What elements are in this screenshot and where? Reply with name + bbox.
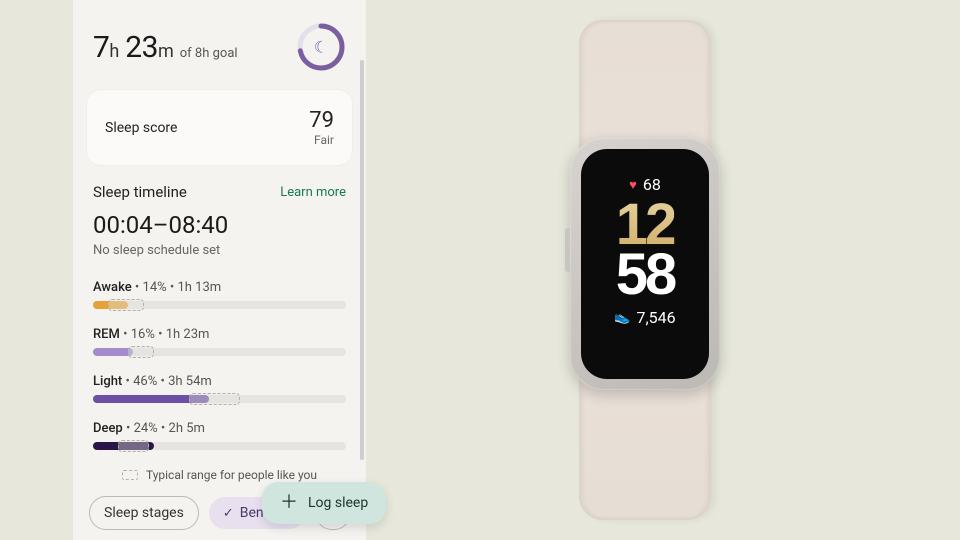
scrollbar[interactable] [360, 60, 364, 460]
sleep-goal-ring[interactable]: ☾ [296, 22, 346, 72]
sleep-screen: 7h 23m of 8h goal ☾ Sleep score 79 Fair … [73, 0, 366, 540]
watch-clock: 12 58 [616, 200, 675, 300]
sleep-score-value-block: 79 Fair [309, 108, 334, 147]
stage-detail: • 16% • 1h 23m [120, 327, 210, 342]
steps-row: 👟 7,546 [614, 308, 675, 327]
check-icon: ✓ [223, 506, 234, 521]
footsteps-icon: 👟 [614, 310, 630, 325]
stage-name: REM [93, 327, 120, 342]
minutes-unit: m [158, 41, 174, 62]
sleep-score-label: Sleep score [105, 120, 177, 136]
summary-row: 7h 23m of 8h goal ☾ [73, 10, 366, 90]
stage-bar [93, 348, 346, 356]
learn-more-link[interactable]: Learn more [280, 185, 346, 200]
stage-detail: • 14% • 1h 13m [132, 280, 222, 295]
stage-typical-range [128, 346, 153, 358]
stage-name: Awake [93, 280, 132, 295]
no-schedule-text: No sleep schedule set [93, 243, 346, 258]
hours-unit: h [109, 41, 119, 62]
heart-icon: ♥ [629, 177, 637, 193]
watch-case: ♥ 68 12 58 👟 7,546 [570, 138, 720, 390]
steps-value: 7,546 [637, 308, 676, 327]
sleep-score-value: 79 [309, 108, 334, 133]
stage-bars: Awake • 14% • 1h 13m REM • 16% • 1h 23m Li… [93, 280, 346, 450]
stage-typical-range [189, 393, 240, 405]
watch-screen: ♥ 68 12 58 👟 7,546 [581, 149, 709, 379]
stage-row[interactable]: Deep • 24% • 2h 5m [93, 421, 346, 450]
minutes-value: 23 [125, 30, 158, 65]
stage-row[interactable]: Awake • 14% • 1h 13m [93, 280, 346, 309]
chip-sleep-stages[interactable]: Sleep stages [89, 496, 199, 530]
stage-typical-range [108, 299, 143, 311]
stage-name: Light [93, 374, 122, 389]
stage-bar [93, 395, 346, 403]
timeline-title: Sleep timeline [93, 183, 187, 201]
sleep-timeline-section: Sleep timeline Learn more 00:04–08:40 No… [73, 165, 366, 482]
sleep-score-rating: Fair [309, 133, 334, 147]
plus-icon: ＋ [280, 494, 298, 512]
fitness-tracker-device: ♥ 68 12 58 👟 7,546 [560, 20, 730, 520]
stage-bar [93, 301, 346, 309]
goal-text: of 8h goal [180, 46, 238, 61]
sleep-score-card[interactable]: Sleep score 79 Fair [87, 90, 352, 165]
stage-detail: • 46% • 3h 54m [122, 374, 212, 389]
clock-minutes: 58 [616, 250, 675, 300]
stage-name: Deep [93, 421, 123, 436]
stage-row[interactable]: REM • 16% • 1h 23m [93, 327, 346, 356]
sleep-duration: 7h 23m of 8h goal [93, 30, 238, 65]
typical-range-label: Typical range for people like you [146, 468, 317, 482]
log-sleep-label: Log sleep [308, 495, 368, 511]
stage-bar-fill [93, 348, 133, 356]
moon-icon: ☾ [314, 38, 328, 57]
timeline-range: 00:04–08:40 [93, 211, 346, 239]
typical-range-icon [122, 470, 138, 480]
device-side-button [565, 228, 570, 272]
typical-range-legend: Typical range for people like you [93, 468, 346, 482]
stage-row[interactable]: Light • 46% • 3h 54m [93, 374, 346, 403]
stage-bar [93, 442, 346, 450]
log-sleep-button[interactable]: ＋ Log sleep [262, 482, 386, 524]
stage-typical-range [118, 440, 148, 452]
hours-value: 7 [93, 30, 109, 65]
stage-detail: • 24% • 2h 5m [123, 421, 205, 436]
